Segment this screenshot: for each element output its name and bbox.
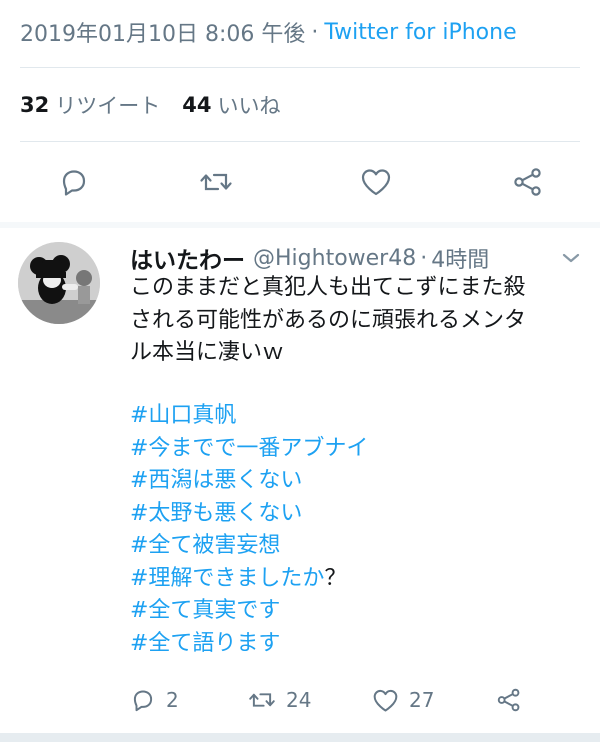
hashtag-list: #山口真帆 #今までで一番アブナイ #西潟は悪くない #太野も悪くない #全て被… xyxy=(130,400,580,660)
reply-text-line: このままだと真犯人も出てこずにまた殺 xyxy=(130,275,526,300)
tweet-meta-line: 2019年01月10日 8:06 午後 · Twitter for iPhone xyxy=(20,14,517,50)
reply-count: 2 xyxy=(166,688,179,712)
user-handle[interactable]: @Hightower48 xyxy=(253,246,416,271)
header-separator: · xyxy=(420,245,428,271)
reply-icon xyxy=(133,690,153,712)
reply-button[interactable]: 2 xyxy=(130,680,179,720)
like-button[interactable]: 27 xyxy=(372,680,434,720)
share-icon xyxy=(497,688,520,712)
display-name[interactable]: はいたわー xyxy=(130,241,245,275)
reply-text: このままだと真犯人も出てこずにまた殺 される可能性があるのに頑張れるメンタ ル本… xyxy=(130,272,580,370)
hashtag-link[interactable]: #西潟は悪くない xyxy=(130,465,580,498)
avatar[interactable] xyxy=(18,242,100,324)
tweet-detail-page: 2019年01月10日 8:06 午後 · Twitter for iPhone… xyxy=(0,0,600,742)
share-button[interactable] xyxy=(508,162,548,202)
hashtag-link[interactable]: #理解できましたか？ xyxy=(130,563,580,596)
hashtag-link[interactable]: #全て語ります xyxy=(130,628,580,661)
reply-header: はいたわー @Hightower48 · 4時間 xyxy=(130,240,489,276)
share-icon xyxy=(514,168,541,196)
tweet-action-bar xyxy=(0,158,600,206)
like-count: 27 xyxy=(409,688,435,712)
reply-action-bar: 2 24 27 xyxy=(130,680,550,720)
reply-text-line: される可能性があるのに頑張れるメンタ xyxy=(130,307,527,333)
tweet-timestamp: 2019年01月10日 8:06 午後 xyxy=(20,22,306,47)
heart-icon xyxy=(373,689,398,711)
retweet-icon xyxy=(249,693,275,707)
reply-icon xyxy=(62,170,86,196)
like-button[interactable] xyxy=(356,162,396,202)
divider xyxy=(20,67,580,68)
divider xyxy=(20,141,580,142)
reply-tweet[interactable]: はいたわー @Hightower48 · 4時間 このままだと真犯人も出てこずに… xyxy=(0,228,600,733)
hashtag-link[interactable]: #全て被害妄想 xyxy=(130,530,580,563)
retweets-label[interactable]: リツイート xyxy=(55,90,160,120)
likes-label[interactable]: いいね xyxy=(217,90,280,120)
bottom-separator xyxy=(0,733,600,742)
hashtag-link[interactable]: #全て真実です xyxy=(130,595,580,628)
tweet-stats: 32 リツイート 44 いいね xyxy=(20,86,302,124)
tweet-menu-button[interactable] xyxy=(560,250,582,266)
hashtag-link[interactable]: #山口真帆 xyxy=(130,400,580,433)
reply-time[interactable]: 4時間 xyxy=(431,242,489,274)
hashtag-link[interactable]: #太野も悪くない xyxy=(130,498,580,531)
meta-separator: · xyxy=(311,19,319,45)
tweet-source-link[interactable]: Twitter for iPhone xyxy=(324,20,516,45)
retweets-count[interactable]: 32 xyxy=(20,93,49,117)
hashtag-link[interactable]: #今までで一番アブナイ xyxy=(130,433,580,466)
retweet-button[interactable] xyxy=(196,162,236,202)
share-button[interactable] xyxy=(496,680,522,720)
chevron-down-icon xyxy=(562,253,580,263)
retweet-count: 24 xyxy=(286,688,312,712)
retweet-icon xyxy=(200,173,232,191)
avatar-image xyxy=(18,242,100,324)
reply-button[interactable] xyxy=(54,162,94,202)
reply-text-line: ル本当に凄いｗ xyxy=(130,340,285,365)
retweet-button[interactable]: 24 xyxy=(248,680,311,720)
heart-icon xyxy=(361,169,391,196)
likes-count[interactable]: 44 xyxy=(182,93,211,117)
question-mark: ？ xyxy=(324,565,347,591)
